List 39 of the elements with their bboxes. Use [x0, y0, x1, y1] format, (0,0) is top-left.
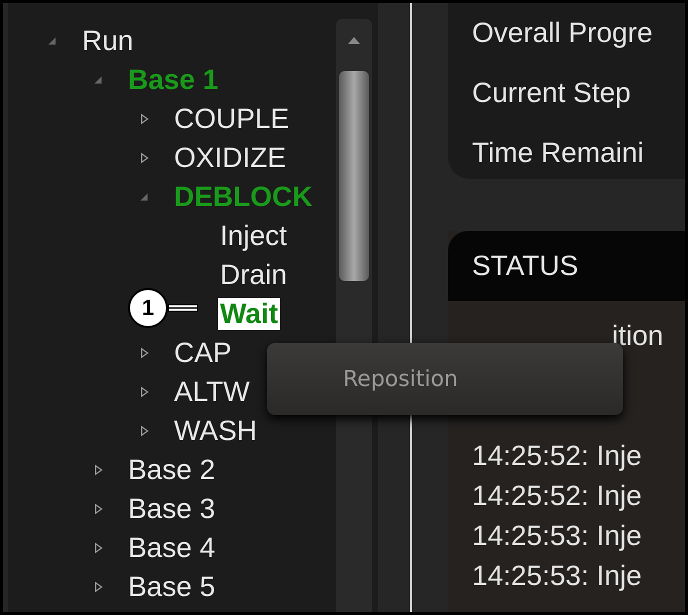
tree-item[interactable]: CAP [172, 336, 234, 368]
collapse-arrow-icon[interactable] [46, 34, 58, 46]
tree-item[interactable]: Base 5 [126, 570, 218, 602]
tree-item[interactable]: Base 3 [126, 492, 218, 524]
tree-item[interactable]: DEBLOCK [172, 180, 314, 212]
tree-item[interactable]: Wait [218, 298, 280, 330]
tree-item[interactable]: ALTW [172, 376, 252, 408]
status-title: STATUS [472, 250, 578, 282]
expand-arrow-icon[interactable] [92, 580, 104, 592]
collapse-arrow-icon[interactable] [92, 74, 104, 86]
tree-item[interactable]: WASH [172, 414, 259, 446]
scroll-thumb[interactable] [339, 71, 369, 281]
log-entry: 14:25:52: Inje [472, 440, 642, 471]
tree-item[interactable]: Inject [218, 220, 289, 252]
expand-arrow-icon[interactable] [138, 112, 150, 124]
expand-arrow-icon[interactable] [138, 386, 150, 398]
tree-item[interactable]: Drain [218, 258, 289, 290]
expand-arrow-icon[interactable] [138, 152, 150, 164]
tree-item[interactable]: Run [80, 24, 136, 56]
menu-item[interactable]: Reposition [267, 366, 458, 392]
progress-label: Time Remaini [472, 137, 645, 169]
expand-arrow-icon[interactable] [92, 464, 104, 476]
tree-item[interactable]: OXIDIZE [172, 142, 288, 174]
tree-item[interactable]: Base 4 [126, 532, 218, 564]
log-entry: 14:25:52: Inje [472, 480, 642, 511]
tree-item[interactable]: Base 1 [126, 64, 220, 96]
log-entry: ition [612, 320, 664, 351]
expand-arrow-icon[interactable] [92, 502, 104, 514]
log-entry: 14:25:53: Inje [472, 560, 642, 591]
progress-label: Current Step [472, 77, 632, 109]
expand-arrow-icon[interactable] [138, 424, 150, 436]
tree-item[interactable]: COUPLE [172, 102, 292, 134]
expand-arrow-icon[interactable] [138, 346, 150, 358]
expand-arrow-icon[interactable] [92, 542, 104, 554]
progress-label: Overall Progre [472, 17, 654, 49]
collapse-arrow-icon[interactable] [138, 190, 150, 202]
log-entry: 14:25:53: Inje [472, 520, 642, 551]
tree-item[interactable]: Base 2 [126, 454, 218, 486]
leader-line [168, 304, 198, 312]
